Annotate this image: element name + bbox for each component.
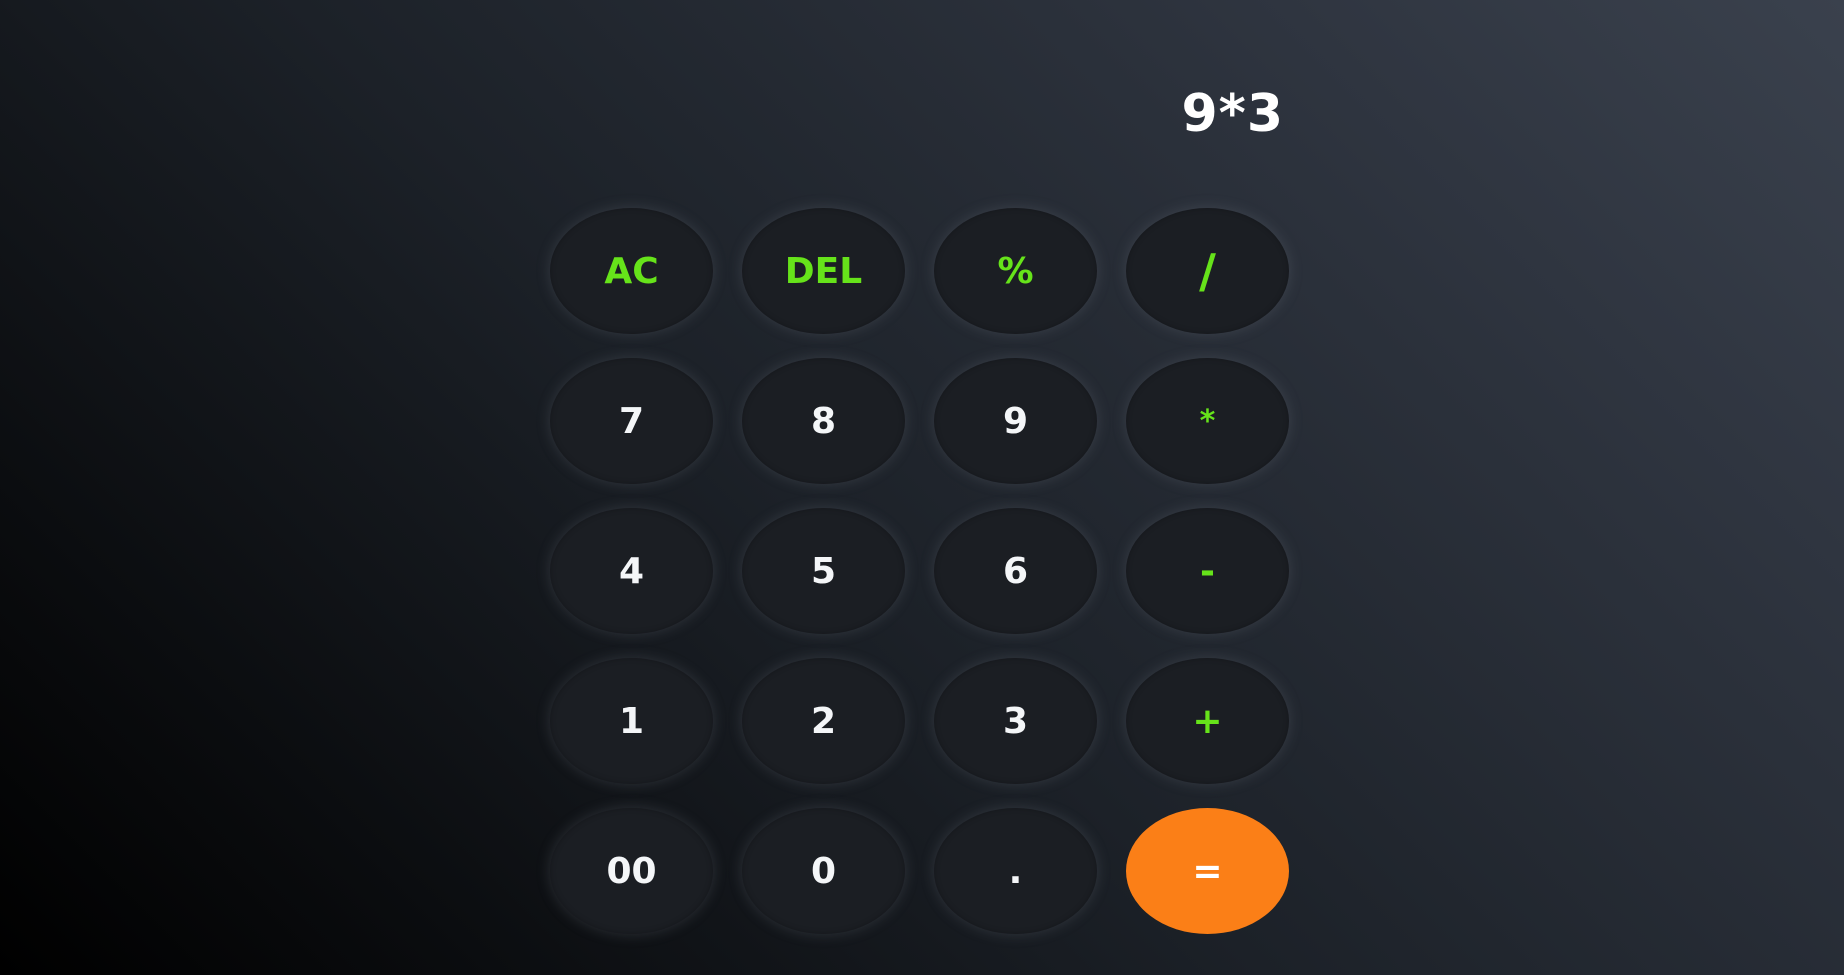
equals-button[interactable]: =	[1126, 808, 1289, 934]
digit-8-button[interactable]: 8	[742, 358, 905, 484]
divide-button[interactable]: /	[1126, 208, 1289, 334]
digit-7-button[interactable]: 7	[550, 358, 713, 484]
calculator-display: 9*3	[1181, 84, 1284, 144]
percent-button[interactable]: %	[934, 208, 1097, 334]
digit-9-button[interactable]: 9	[934, 358, 1097, 484]
digit-6-button[interactable]: 6	[934, 508, 1097, 634]
subtract-button[interactable]: -	[1126, 508, 1289, 634]
decimal-point-button[interactable]: .	[934, 808, 1097, 934]
double-zero-button[interactable]: 00	[550, 808, 713, 934]
digit-5-button[interactable]: 5	[742, 508, 905, 634]
clear-all-button[interactable]: AC	[550, 208, 713, 334]
calculator: 9*3 AC DEL % / 7 8 9 * 4 5 6 - 1 2 3 + 0…	[0, 0, 1844, 975]
multiply-button[interactable]: *	[1126, 358, 1289, 484]
digit-4-button[interactable]: 4	[550, 508, 713, 634]
keypad: AC DEL % / 7 8 9 * 4 5 6 - 1 2 3 + 00 0 …	[550, 208, 1289, 934]
digit-3-button[interactable]: 3	[934, 658, 1097, 784]
add-button[interactable]: +	[1126, 658, 1289, 784]
digit-1-button[interactable]: 1	[550, 658, 713, 784]
digit-2-button[interactable]: 2	[742, 658, 905, 784]
digit-0-button[interactable]: 0	[742, 808, 905, 934]
delete-button[interactable]: DEL	[742, 208, 905, 334]
